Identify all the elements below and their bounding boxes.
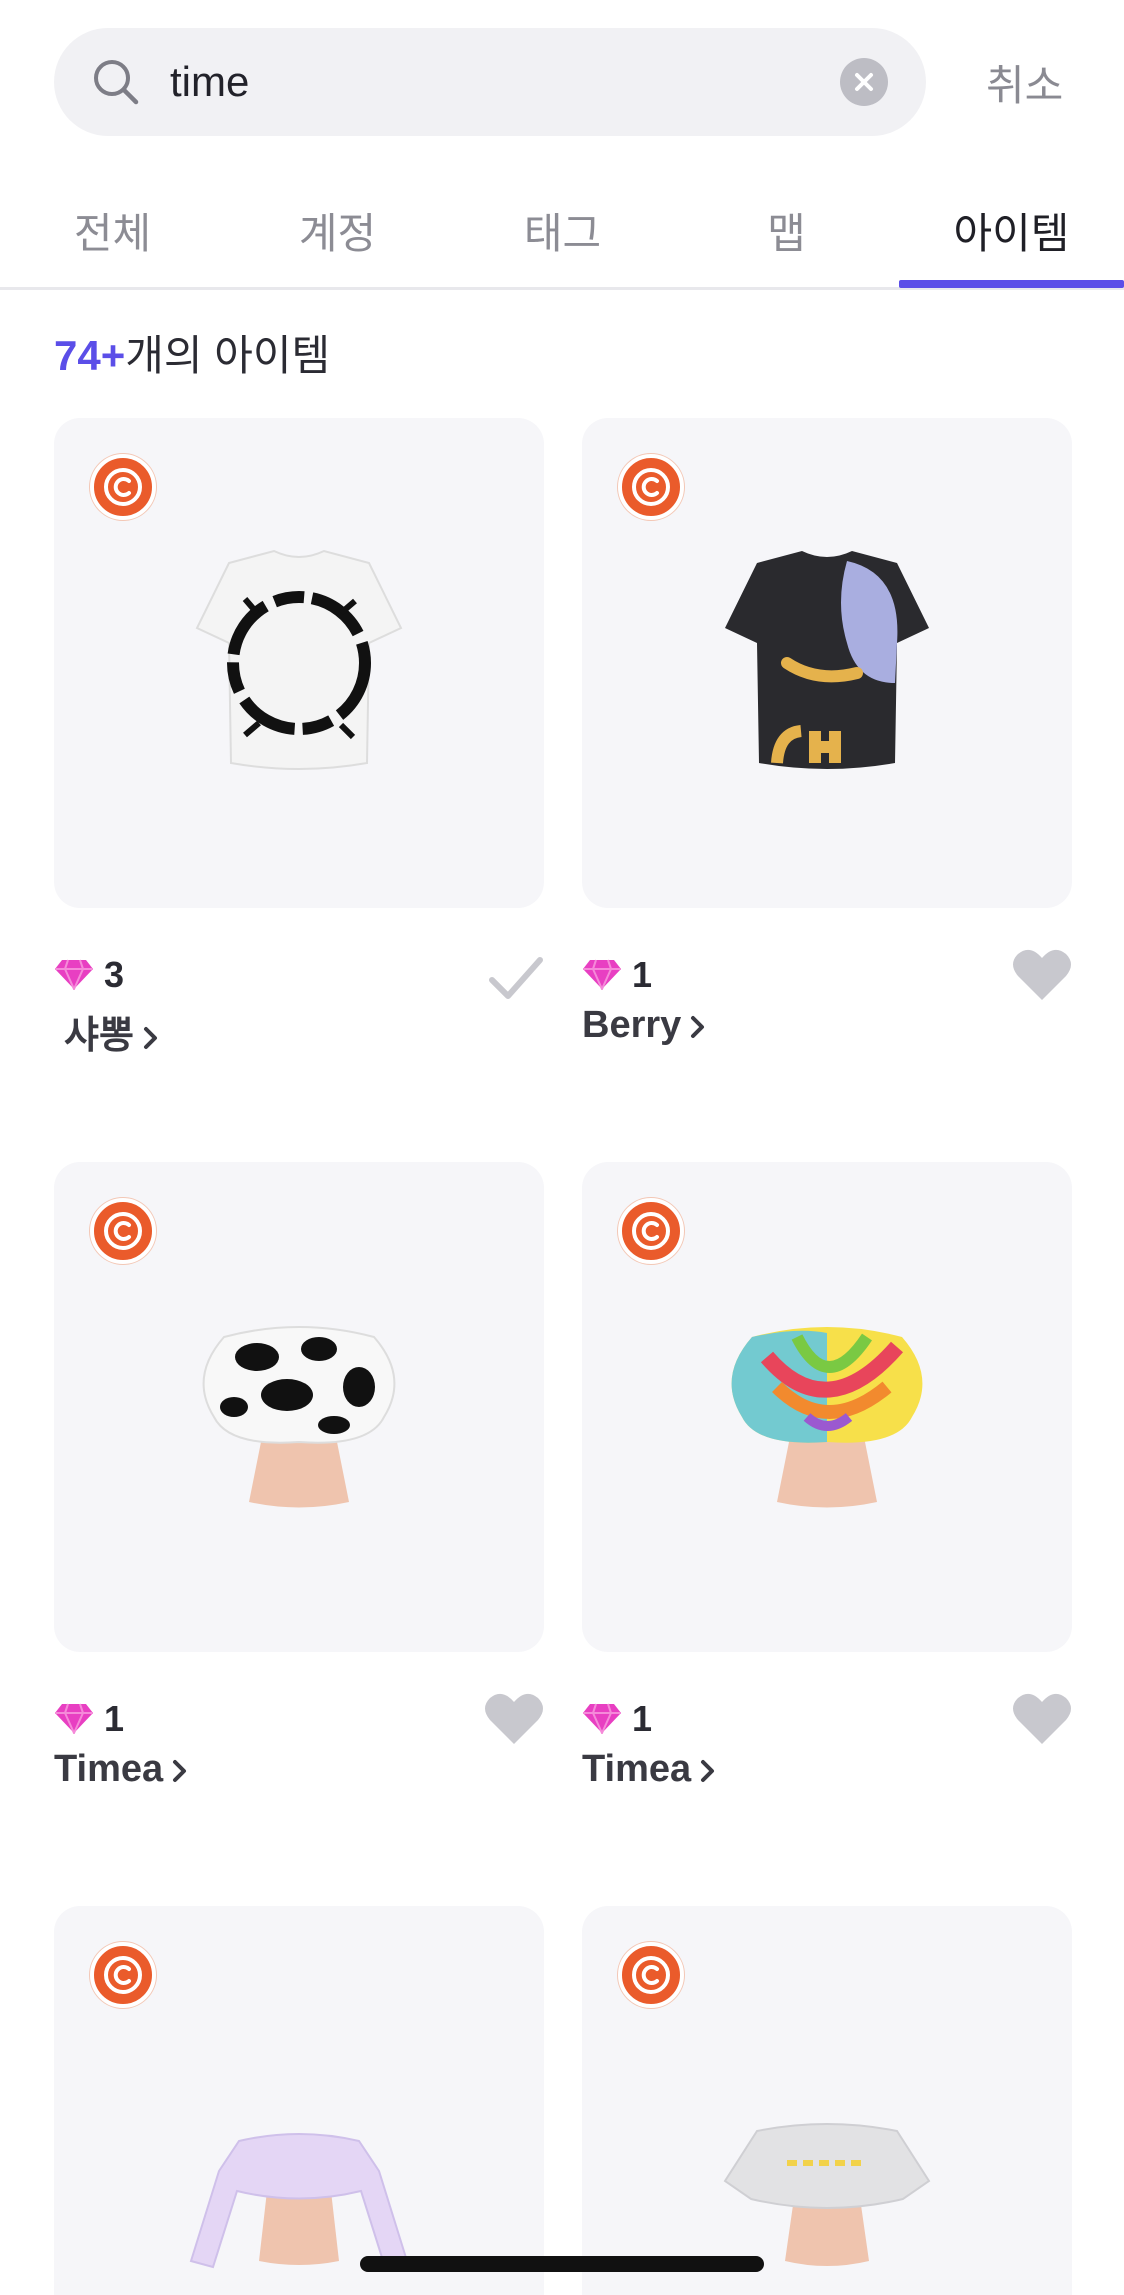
item-card[interactable]: 1 Timea [582,1162,1072,1822]
item-price: 1 [632,954,653,995]
result-count: 74+개의 아이템 [54,322,330,383]
item-card[interactable] [54,1906,544,2295]
item-meta: 1 Timea [54,1652,544,1822]
gem-icon [583,1703,621,1734]
creator-name: 샤뽕 [64,1015,134,1057]
cancel-button[interactable]: 취소 [986,52,1063,113]
gem-icon [55,1703,93,1734]
item-thumbnail[interactable] [582,1906,1072,2295]
lavender-sweater-image [189,2133,409,2269]
chevron-right-icon [173,1759,187,1782]
creator-name: Timea [582,1748,692,1790]
clear-search-button[interactable] [840,58,888,106]
item-card[interactable]: 1 Timea [54,1162,544,1822]
search-bar[interactable] [54,28,926,136]
item-search-screen: 취소 전체 계정 태그 맵 아이템 74+개의 아이템 [0,0,1124,2295]
result-count-number: 74+ [54,332,126,379]
item-thumbnail[interactable] [54,418,544,908]
creator-link[interactable]: Berry [582,1004,707,1047]
search-tabs: 전체 계정 태그 맵 아이템 [0,180,1124,290]
home-indicator [360,2256,764,2272]
creator-name: Timea [54,1748,164,1790]
item-meta: 3 샤뽕 [54,908,544,1078]
search-icon [94,60,139,105]
heart-icon[interactable] [1012,1692,1072,1746]
chevron-right-icon [701,1759,715,1782]
item-price: 1 [632,1698,653,1739]
creator-badge [90,454,156,520]
result-count-label: 개의 아이템 [125,332,331,379]
white-shirt-image [195,549,403,770]
copyright-icon [104,468,142,506]
tab-accounts[interactable]: 계정 [225,200,450,261]
tie-dye-crop-top-image [731,1327,923,1508]
gem-icon [583,959,621,990]
copyright-icon [104,1212,142,1250]
heart-icon[interactable] [484,1692,544,1746]
item-thumbnail[interactable] [54,1906,544,2295]
creator-badge [90,1198,156,1264]
active-tab-indicator [899,280,1124,288]
tab-tags[interactable]: 태그 [450,200,675,261]
black-shirt-image [725,551,929,769]
creator-link[interactable]: Timea [54,1748,189,1791]
item-card[interactable]: 3 샤뽕 [54,418,544,1078]
check-icon[interactable] [486,948,544,1006]
tab-all[interactable]: 전체 [0,200,225,261]
search-input[interactable] [170,54,850,110]
item-meta: 1 Timea [582,1652,1072,1822]
item-price: 1 [104,1698,125,1739]
creator-badge [618,454,684,520]
item-card[interactable]: 1 Berry [582,418,1072,1078]
copyright-icon [632,1212,670,1250]
chevron-right-icon [691,1015,705,1038]
creator-badge [618,1942,684,2008]
copyright-icon [632,1956,670,1994]
item-thumbnail[interactable] [54,1162,544,1652]
chevron-right-icon [143,1026,157,1049]
creator-link[interactable]: Timea [582,1748,717,1791]
copyright-icon [104,1956,142,1994]
tab-items[interactable]: 아이템 [899,200,1124,261]
cow-crop-top-image [202,1326,396,1508]
item-thumbnail[interactable] [582,418,1072,908]
creator-badge [618,1198,684,1264]
item-price: 3 [104,954,125,995]
item-card[interactable] [582,1906,1072,2295]
gem-icon [55,959,93,990]
item-thumbnail[interactable] [582,1162,1072,1652]
gray-crop-tee-image [723,2123,931,2266]
item-meta: 1 Berry [582,908,1072,1078]
creator-badge [90,1942,156,2008]
heart-icon[interactable] [1012,948,1072,1002]
tab-maps[interactable]: 맵 [674,200,899,261]
creator-link[interactable]: 샤뽕 [64,1004,160,1059]
close-icon [855,73,873,91]
copyright-icon [632,468,670,506]
creator-name: Berry [582,1004,682,1046]
